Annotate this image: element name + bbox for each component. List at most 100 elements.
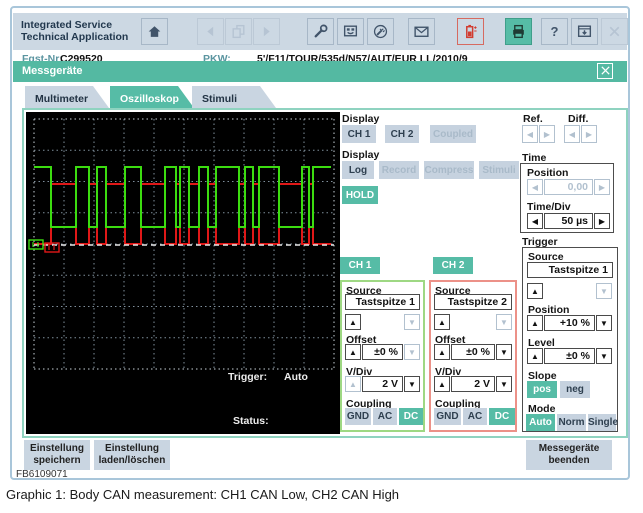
connected-devices-icon: [342, 23, 359, 40]
scope-status-label: Status:: [233, 415, 269, 427]
load-settings-line1: Einstellung: [94, 443, 170, 455]
display-modes-label: Display: [342, 149, 379, 161]
ch2-offset-up-button[interactable]: ▲: [434, 344, 450, 360]
slope-pos-button[interactable]: pos: [527, 381, 557, 398]
ch1-source-up-button[interactable]: ▲: [345, 314, 361, 330]
display-ch2-button[interactable]: CH 2: [385, 125, 419, 143]
scope-waveform-canvas: [26, 112, 340, 434]
tab-multimeter[interactable]: Multimeter: [25, 86, 109, 108]
display-coupled-button[interactable]: Coupled: [430, 125, 476, 143]
app-title-line2: Technical Application: [21, 31, 128, 43]
screenshot-root: Integrated Service Technical Application: [0, 0, 643, 513]
slope-neg-button[interactable]: neg: [560, 381, 590, 398]
app-title-line1: Integrated Service: [21, 19, 128, 31]
measuring-devices-button[interactable]: [337, 18, 364, 45]
probe-connection-button[interactable]: [367, 18, 394, 45]
application-window: Integrated Service Technical Application: [10, 6, 630, 480]
ch1-vdiv-up-button[interactable]: ▲: [345, 376, 361, 392]
main-toolbar: Integrated Service Technical Application: [13, 13, 627, 50]
scope-trigger-value: Auto: [284, 371, 308, 383]
print-button[interactable]: [505, 18, 532, 45]
trigger-level-up-button[interactable]: ▲: [527, 348, 543, 364]
time-position-increase-button[interactable]: ▶: [594, 179, 610, 195]
ch1-coupling-ac-button[interactable]: AC: [373, 408, 397, 425]
trigger-level-down-button[interactable]: ▼: [596, 348, 612, 364]
stimuli-button[interactable]: Stimuli: [479, 161, 519, 179]
mail-button[interactable]: [408, 18, 435, 45]
ch2-source-down-button[interactable]: ▼: [496, 314, 512, 330]
ch2-coupling-gnd-button[interactable]: GND: [434, 408, 461, 425]
hold-button[interactable]: HOLD: [342, 186, 378, 204]
save-settings-line2: speichern: [24, 455, 90, 467]
time-box: Position ◀ 0,00 ▶ Time/Div ◀ 50 µs ▶: [520, 163, 614, 233]
wrench-icon: [312, 23, 329, 40]
ch1-source-down-button[interactable]: ▼: [404, 314, 420, 330]
record-button[interactable]: Record: [379, 161, 419, 179]
mode-single-button[interactable]: Single: [588, 414, 616, 431]
ch2-offset-value: ±0 %: [451, 344, 495, 360]
timediv-increase-button[interactable]: ▶: [594, 213, 610, 229]
ch1-can-low-trace: [34, 167, 331, 227]
ch1-offset-value: ±0 %: [362, 344, 403, 360]
battery-status-button[interactable]: [457, 18, 484, 45]
trigger-box: Source Tastspitze 1 ▲ ▼ Position ▲ +10 %…: [522, 247, 618, 432]
load-settings-line2: laden/löschen: [94, 455, 170, 467]
close-app-button[interactable]: [601, 18, 628, 45]
trigger-position-down-button[interactable]: ▼: [596, 315, 612, 331]
compress-button[interactable]: Compress: [424, 161, 474, 179]
display-ch1-button[interactable]: CH 1: [342, 125, 376, 143]
ch2-vdiv-up-button[interactable]: ▲: [434, 376, 450, 392]
probe-connector-icon: [372, 23, 389, 40]
ch2-panel: Source Tastspitze 2 ▲ ▼ Offset ▲ ±0 % ▼ …: [429, 280, 517, 432]
figure-caption: Graphic 1: Body CAN measurement: CH1 CAN…: [6, 487, 399, 502]
mode-auto-button[interactable]: Auto: [526, 414, 555, 431]
workflow-documents-button[interactable]: [225, 18, 252, 45]
ch2-offset-down-button[interactable]: ▼: [496, 344, 512, 360]
ch2-header-button[interactable]: CH 2: [433, 257, 473, 274]
ch2-coupling-ac-button[interactable]: AC: [463, 408, 487, 425]
ch1-offset-down-button[interactable]: ▼: [404, 344, 420, 360]
minimize-window-button[interactable]: [571, 18, 598, 45]
log-button[interactable]: Log: [342, 161, 374, 179]
service-functions-button[interactable]: [307, 18, 334, 45]
tab-oszilloskop[interactable]: Oszilloskop: [110, 86, 194, 108]
diff-next-button[interactable]: ▶: [581, 125, 597, 143]
ch2-source-up-button[interactable]: ▲: [434, 314, 450, 330]
ch1-coupling-gnd-button[interactable]: GND: [345, 408, 371, 425]
back-button[interactable]: [197, 18, 224, 45]
ch2-coupling-dc-button[interactable]: DC: [489, 408, 515, 425]
trigger-source-up-button[interactable]: ▲: [527, 283, 543, 299]
time-position-decrease-button[interactable]: ◀: [527, 179, 543, 195]
trigger-source-down-button[interactable]: ▼: [596, 283, 612, 299]
ch1-coupling-dc-button[interactable]: DC: [399, 408, 423, 425]
forward-icon: [258, 23, 275, 40]
dialog-close-button[interactable]: [597, 63, 613, 79]
oscilloscope-panel: Trigger: Auto Status: Display CH 1 CH 2 …: [22, 108, 628, 438]
diff-prev-button[interactable]: ◀: [564, 125, 580, 143]
workflow-documents-icon: [230, 23, 247, 40]
ch1-panel: Source Tastspitze 1 ▲ ▼ Offset ▲ ±0 % ▼ …: [340, 280, 425, 432]
ch1-offset-up-button[interactable]: ▲: [345, 344, 361, 360]
help-button[interactable]: ?: [541, 18, 568, 45]
home-button[interactable]: [141, 18, 168, 45]
ref-next-button[interactable]: ▶: [539, 125, 555, 143]
window-minimize-icon: [576, 23, 593, 40]
ch2-can-high-trace: [34, 184, 331, 244]
trigger-position-up-button[interactable]: ▲: [527, 315, 543, 331]
ch2-vdiv-down-button[interactable]: ▼: [496, 376, 512, 392]
timediv-label: Time/Div: [527, 201, 571, 213]
forward-button[interactable]: [253, 18, 280, 45]
time-position-value: 0,00: [544, 179, 593, 195]
mode-norm-button[interactable]: Norm: [557, 414, 586, 431]
back-icon: [202, 23, 219, 40]
timediv-decrease-button[interactable]: ◀: [527, 213, 543, 229]
tab-stimuli[interactable]: Stimuli: [192, 86, 276, 108]
ch1-vdiv-down-button[interactable]: ▼: [404, 376, 420, 392]
timediv-value: 50 µs: [544, 213, 593, 229]
ch1-header-button[interactable]: CH 1: [340, 257, 380, 274]
close-icon: [606, 23, 623, 40]
save-settings-button[interactable]: Einstellung speichern: [24, 440, 90, 470]
exit-measuring-devices-button[interactable]: Messegeräte beenden: [526, 440, 612, 470]
ref-prev-button[interactable]: ◀: [522, 125, 538, 143]
load-settings-button[interactable]: Einstellung laden/löschen: [94, 440, 170, 470]
